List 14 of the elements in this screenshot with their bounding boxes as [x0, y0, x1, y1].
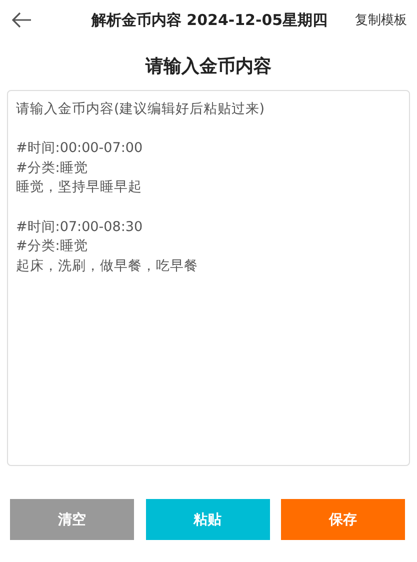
text-line: 睡觉，坚持早睡早起 — [16, 178, 143, 198]
action-button[interactable]: 清空 — [10, 499, 134, 540]
text-line: #时间:00:00-07:00 — [16, 139, 144, 158]
content-input-field[interactable]: 请输入金币内容(建议编辑好后粘贴过来) #时间:00:00-07:00 #分类:睡觉 睡觉，坚持早睡早起 #时间:07:00-08:30 #分类:睡觉 起床，洗刷，做早餐，吃早餐 — [7, 90, 410, 466]
action-button[interactable]: 粘贴 — [146, 499, 270, 540]
text-line: #时间:07:00-08:30 — [16, 218, 144, 237]
text-line: #分类:睡觉 — [16, 158, 89, 178]
page-title: 解析金币内容 2024-12-05星期四 — [90, 10, 329, 30]
text-line: 起床，洗刷，做早餐，吃早餐 — [16, 256, 199, 276]
action-button[interactable]: 保存 — [281, 499, 405, 540]
copy-template-link[interactable]: 复制模板 — [355, 11, 407, 29]
section-heading: 请输入金币内容 — [144, 55, 272, 78]
text-line: 请输入金币内容(建议编辑好后粘贴过来) — [16, 100, 266, 119]
text-line: #分类:睡觉 — [16, 237, 89, 256]
